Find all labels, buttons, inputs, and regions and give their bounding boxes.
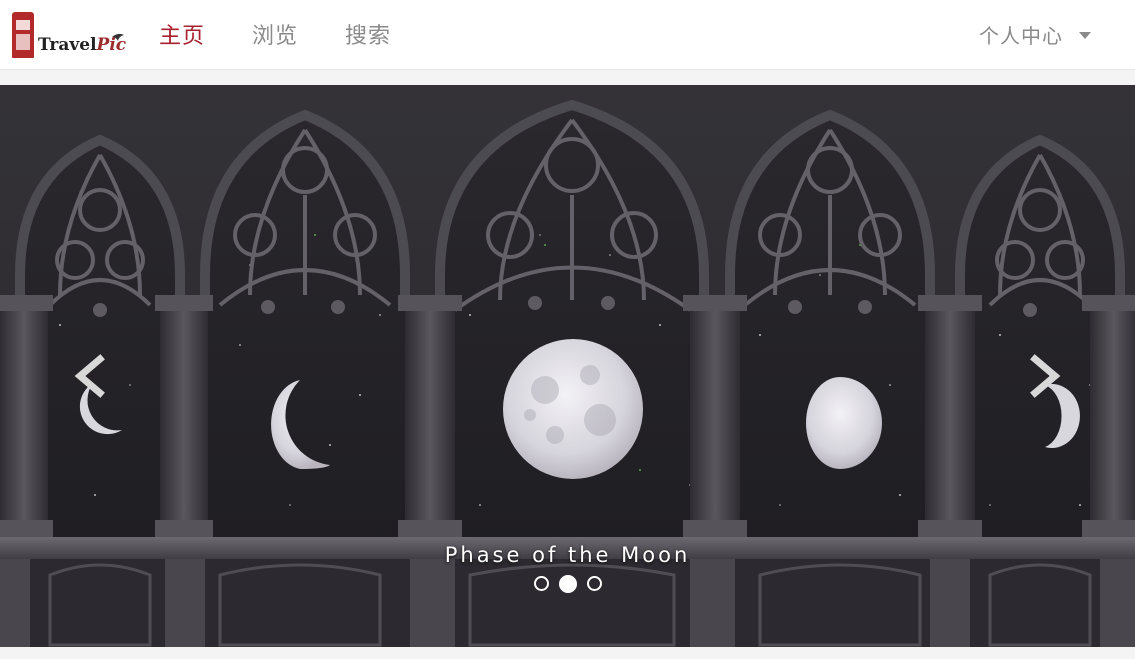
top-navbar: TravelPic 主页 浏览 搜索 个人中心 xyxy=(0,0,1135,70)
user-center-dropdown[interactable]: 个人中心 xyxy=(979,20,1091,49)
logo-word-main: Travel xyxy=(38,35,97,55)
nav-home[interactable]: 主页 xyxy=(159,18,205,50)
main-nav: 主页 浏览 搜索 xyxy=(159,18,438,50)
carousel-prev-button[interactable] xyxy=(70,353,110,399)
full-moon xyxy=(503,339,643,479)
carousel-indicator-2[interactable] xyxy=(558,574,577,593)
caret-down-icon xyxy=(1079,32,1091,39)
phone-booth-icon xyxy=(12,12,34,58)
chevron-right-icon xyxy=(1030,354,1061,398)
hero-carousel: Phase of the Moon xyxy=(0,85,1135,647)
carousel-indicator-1[interactable] xyxy=(533,576,549,591)
carousel-next-button[interactable] xyxy=(1025,353,1065,399)
user-center-label: 个人中心 xyxy=(979,24,1063,48)
carousel-caption: Phase of the Moon xyxy=(444,543,691,567)
travelpic-logo[interactable]: TravelPic xyxy=(10,10,130,62)
carousel-indicators xyxy=(0,574,1135,593)
nav-browse[interactable]: 浏览 xyxy=(252,18,298,50)
chevron-left-icon xyxy=(74,354,105,398)
nav-search[interactable]: 搜索 xyxy=(345,18,391,50)
carousel-indicator-3[interactable] xyxy=(586,576,602,591)
page-bottom-strip xyxy=(0,647,1135,659)
bird-icon xyxy=(111,32,125,45)
